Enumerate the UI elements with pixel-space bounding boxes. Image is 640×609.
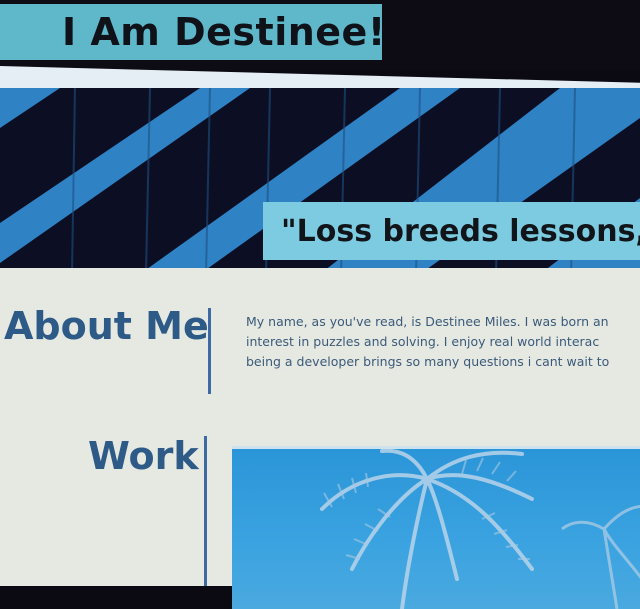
work-heading: Work <box>88 434 199 478</box>
work-image[interactable] <box>232 446 640 609</box>
about-paragraph: My name, as you've read, is Destinee Mil… <box>246 312 640 372</box>
site-header: I Am Destinee! <box>0 0 640 70</box>
about-line: interest in puzzles and solving. I enjoy… <box>246 334 600 349</box>
about-heading: About Me <box>4 304 209 348</box>
about-line: My name, as you've read, is Destinee Mil… <box>246 314 609 329</box>
title-banner: I Am Destinee! <box>0 4 385 60</box>
site-title: I Am Destinee! <box>62 10 386 54</box>
work-divider <box>204 436 207 586</box>
about-line: being a developer brings so many questio… <box>246 354 610 369</box>
palm-trees-icon <box>320 449 640 609</box>
about-divider <box>208 308 211 394</box>
main-content: About Me My name, as you've read, is Des… <box>0 268 640 609</box>
quote-banner: "Loss breeds lessons, l <box>263 202 640 260</box>
hero-quote: "Loss breeds lessons, l <box>281 214 640 249</box>
